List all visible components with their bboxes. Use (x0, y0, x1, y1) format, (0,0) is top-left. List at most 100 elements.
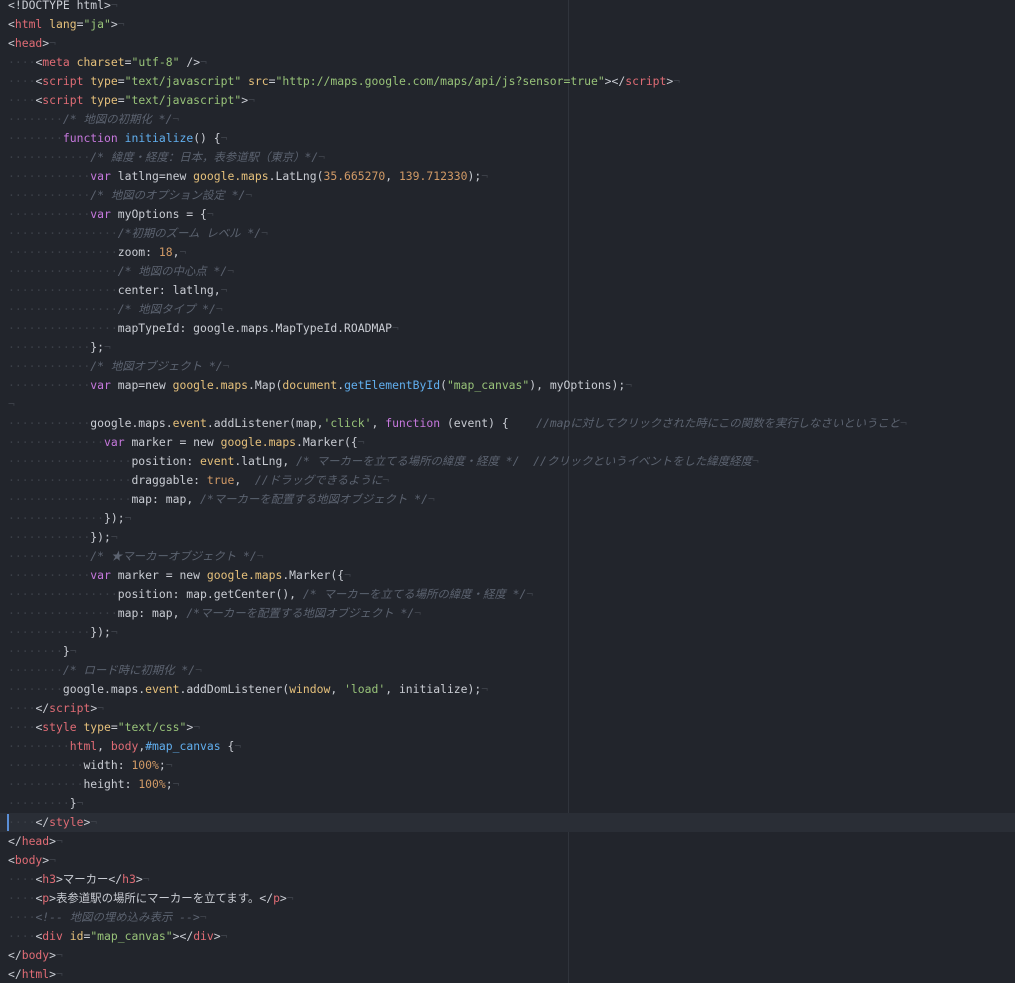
code-line[interactable]: ·········}¬ (8, 794, 907, 813)
code-token: head (14, 36, 43, 50)
code-line[interactable]: ····</script>¬ (8, 699, 907, 718)
code-token: h3 (122, 872, 136, 886)
code-token: /* マーカーを立てる場所の緯度・経度 */ //クリックというイベントをした緯… (296, 454, 752, 468)
code-line[interactable]: ········/* 地図の初期化 */¬ (8, 110, 907, 129)
code-token: < (8, 36, 15, 50)
code-token: mapTypeId: google.maps.MapTypeId.ROADMAP (117, 321, 393, 335)
code-token: < (8, 17, 15, 31)
code-token: ¬ (49, 853, 57, 867)
code-line[interactable]: <html lang="ja">¬ (8, 15, 907, 34)
code-line[interactable]: ········/* ロード時に初期化 */¬ (8, 661, 907, 680)
code-line[interactable]: <!DOCTYPE html>¬ (8, 0, 907, 15)
code-line[interactable]: </html>¬ (8, 965, 907, 983)
code-line[interactable]: ····<style type="text/css">¬ (8, 718, 907, 737)
code-token: ¬ (481, 682, 489, 696)
code-line[interactable]: ··············var marker = new google.ma… (8, 433, 907, 452)
code-line[interactable]: ················/* 地図の中心点 */¬ (8, 262, 907, 281)
code-token: ············ (8, 549, 91, 563)
code-token: ¬ (142, 872, 150, 886)
code-line[interactable]: ····</style>¬ (0, 813, 1015, 832)
code-token: = (268, 74, 276, 88)
code-line[interactable]: ····<h3>マーカー</h3>¬ (8, 870, 907, 889)
code-token: , (371, 416, 386, 430)
code-line[interactable]: ············/* 地図オブジェクト */¬ (8, 357, 907, 376)
code-token: ················ (8, 283, 118, 297)
code-line[interactable]: <body>¬ (8, 851, 907, 870)
code-token: position: (131, 454, 201, 468)
code-line[interactable]: </body>¬ (8, 946, 907, 965)
code-line[interactable]: ············/* 地図のオプション設定 */¬ (8, 186, 907, 205)
code-token: ¬ (392, 321, 399, 335)
code-editor[interactable]: <!DOCTYPE html>¬ <html lang="ja">¬ <head>¬… (0, 0, 1015, 983)
code-token: ¬ (49, 36, 57, 50)
code-token: ············ (8, 359, 91, 373)
code-line[interactable]: ············var latlng=new google.maps.L… (8, 167, 907, 186)
code-line[interactable]: ····<p>表参道駅の場所にマーカーを立てます。</p>¬ (8, 889, 907, 908)
code-line[interactable]: ············/* ★マーカーオブジェクト */¬ (8, 547, 907, 566)
code-line[interactable]: ················zoom: 18,¬ (8, 243, 907, 262)
code-line[interactable]: ····<script type="text/javascript" src="… (8, 72, 907, 91)
code-line[interactable]: ··················map: map, /*マーカーを配置する地… (8, 490, 907, 509)
code-line[interactable]: ················/*初期のズーム レベル */¬ (8, 224, 907, 243)
code-token: google.maps (193, 169, 269, 183)
code-token: > (279, 891, 287, 905)
code-token: ></ (172, 929, 194, 943)
code-token: /* 地図オブジェクト */ (90, 359, 223, 373)
code-line[interactable]: ············var marker = new google.maps… (8, 566, 907, 585)
code-token: /* ロード時に初期化 */ (62, 663, 196, 677)
code-line[interactable]: ············});¬ (8, 623, 907, 642)
code-token: ················ (8, 245, 118, 259)
code-line[interactable]: ····<script type="text/javascript">¬ (8, 91, 907, 110)
code-line[interactable]: ················map: map, /*マーカーを配置する地図オ… (8, 604, 907, 623)
code-line[interactable]: ·········html, body,#map_canvas {¬ (8, 737, 907, 756)
code-token: event (172, 416, 207, 430)
code-line[interactable]: ········function initialize() {¬ (8, 129, 907, 148)
code-line[interactable]: <head>¬ (8, 34, 907, 53)
code-area[interactable]: <!DOCTYPE html>¬ <html lang="ja">¬ <head>¬… (0, 0, 1015, 983)
code-token: .latLng, (234, 454, 297, 468)
code-line[interactable]: ··············});¬ (8, 509, 907, 528)
code-line[interactable]: ············};¬ (8, 338, 907, 357)
code-token: "map_canvas" (446, 378, 530, 392)
code-token: ¬ (56, 834, 63, 848)
code-line[interactable]: ····<!-- 地図の埋め込み表示 -->¬ (8, 908, 907, 927)
code-token: ¬ (220, 283, 228, 297)
code-line[interactable]: ···········height: 100%;¬ (8, 775, 907, 794)
code-token: 100% (138, 777, 166, 791)
code-line[interactable]: ········google.maps.event.addDomListener… (8, 680, 907, 699)
code-token: = (117, 93, 125, 107)
code-line[interactable]: ··················draggable: true, //ドラッ… (8, 471, 907, 490)
code-line[interactable]: ················/* 地図タイプ */¬ (8, 300, 907, 319)
code-line[interactable]: ················position: map.getCenter(… (8, 585, 907, 604)
code-token: ¬ (199, 910, 207, 924)
code-line[interactable]: ····<div id="map_canvas"></div>¬ (8, 927, 907, 946)
code-token: ········ (8, 663, 63, 677)
code-token: /* ★マーカーオブジェクト */ (90, 549, 257, 563)
code-token: draggable: (131, 473, 207, 487)
code-line[interactable]: </head>¬ (8, 832, 907, 851)
code-line[interactable]: ············/* 緯度・経度：日本，表参道駅（東京）*/¬ (8, 148, 907, 167)
code-token: <!-- 地図の埋め込み表示 --> (35, 910, 200, 924)
code-token: , (385, 169, 399, 183)
code-token: latlng=new (110, 169, 194, 183)
code-token: html (69, 739, 98, 753)
code-line[interactable]: ················center: latlng,¬ (8, 281, 907, 300)
code-line[interactable]: ········}¬ (8, 642, 907, 661)
code-line[interactable]: ¬ (8, 395, 907, 414)
code-line[interactable]: ············});¬ (8, 528, 907, 547)
code-line[interactable]: ············var map=new google.maps.Map(… (8, 376, 907, 395)
code-line[interactable]: ···········width: 100%;¬ (8, 756, 907, 775)
code-token: .addDomListener( (179, 682, 290, 696)
code-line[interactable]: ··················position: event.latLng… (8, 452, 907, 471)
code-token: position: map.getCenter(), (117, 587, 303, 601)
code-token: ¬ (56, 948, 63, 962)
code-line[interactable]: ············google.maps.event.addListene… (8, 414, 907, 433)
code-token: google.maps (220, 435, 297, 449)
code-line[interactable]: ················mapTypeId: google.maps.M… (8, 319, 907, 338)
code-line[interactable]: ············var myOptions = {¬ (8, 205, 907, 224)
code-token: marker = new (110, 568, 207, 582)
code-token: ; (165, 777, 173, 791)
code-line[interactable]: ····<meta charset="utf-8" />¬ (8, 53, 907, 72)
